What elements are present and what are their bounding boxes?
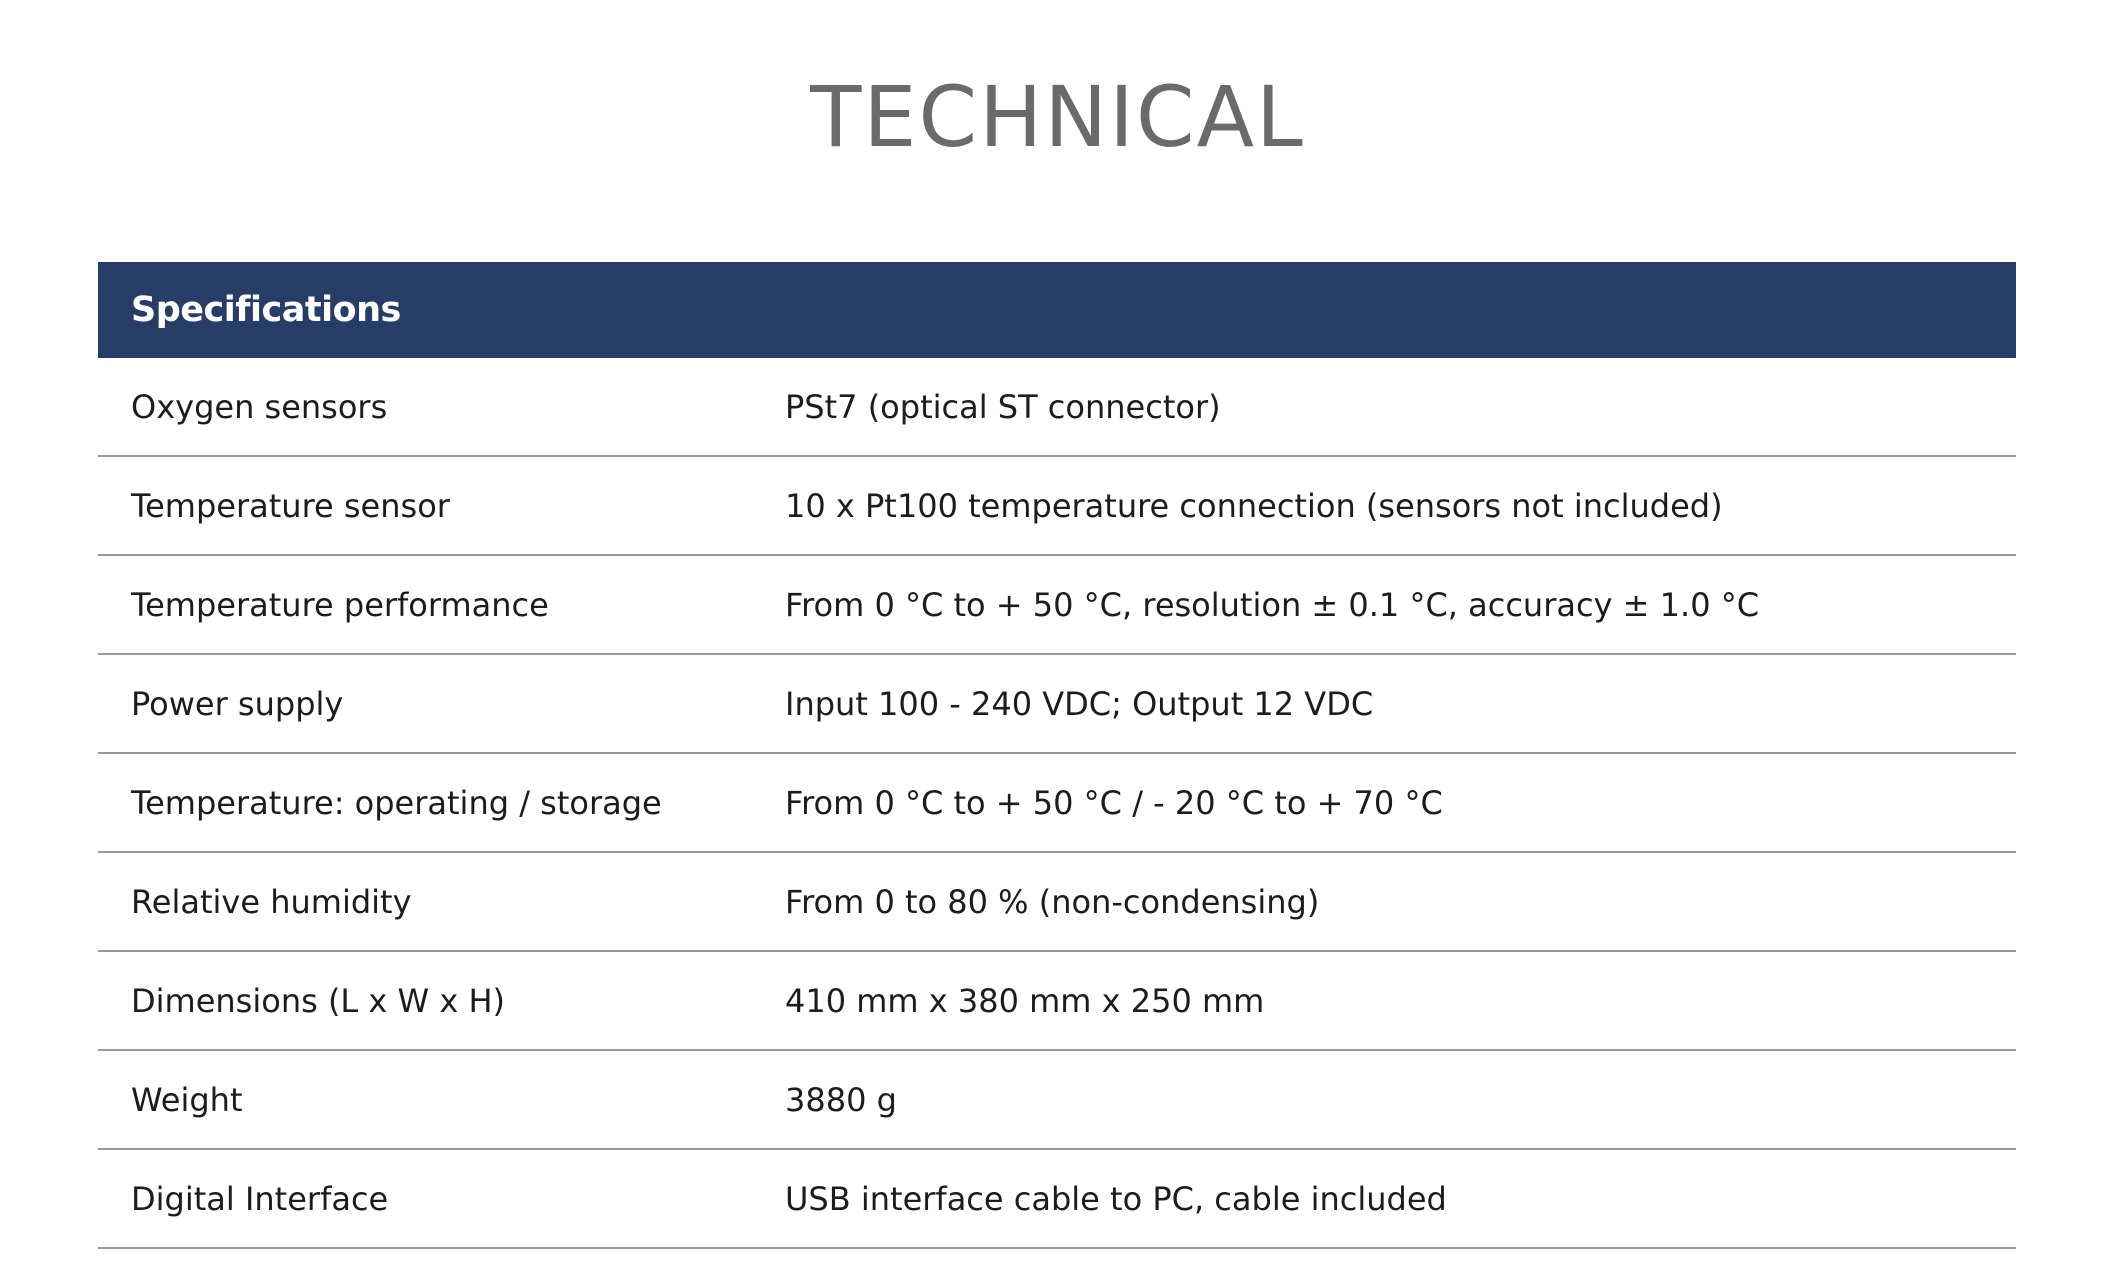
row-value: From 0 °C to + 50 °C / - 20 °C to + 70 °… [785,783,1443,822]
table-row: Dimensions (L x W x H) 410 mm x 380 mm x… [98,952,2016,1051]
row-value: 3880 g [785,1080,897,1119]
row-value: 410 mm x 380 mm x 250 mm [785,981,1265,1020]
row-label: Weight [131,1080,243,1119]
row-value: USB interface cable to PC, cable include… [785,1179,1447,1218]
row-label: Temperature performance [131,585,549,624]
row-label: Temperature: operating / storage [131,783,662,822]
table-row: Digital Interface USB interface cable to… [98,1150,2016,1249]
row-label: Relative humidity [131,882,412,921]
row-label: Dimensions (L x W x H) [131,981,505,1020]
row-value: PSt7 (optical ST connector) [785,387,1221,426]
table-row: Oxygen sensors PSt7 (optical ST connecto… [98,358,2016,457]
row-label: Power supply [131,684,344,723]
row-value: From 0 °C to + 50 °C, resolution ± 0.1 °… [785,585,1760,624]
row-label: Oxygen sensors [131,387,388,426]
table-row: Weight 3880 g [98,1051,2016,1150]
table-row: Temperature performance From 0 °C to + 5… [98,556,2016,655]
specifications-table: Specifications Oxygen sensors PSt7 (opti… [98,262,2016,1249]
table-row: Temperature: operating / storage From 0 … [98,754,2016,853]
page-title: TECHNICAL [810,68,1305,166]
table-row: Relative humidity From 0 to 80 % (non-co… [98,853,2016,952]
table-header-label: Specifications [131,290,401,330]
table-row: Power supply Input 100 - 240 VDC; Output… [98,655,2016,754]
row-label: Temperature sensor [131,486,450,525]
row-value: Input 100 - 240 VDC; Output 12 VDC [785,684,1374,723]
table-row: Temperature sensor 10 x Pt100 temperatur… [98,457,2016,556]
row-label: Digital Interface [131,1179,389,1218]
row-value: From 0 to 80 % (non-condensing) [785,882,1320,921]
table-header: Specifications [98,262,2016,358]
row-value: 10 x Pt100 temperature connection (senso… [785,486,1723,525]
